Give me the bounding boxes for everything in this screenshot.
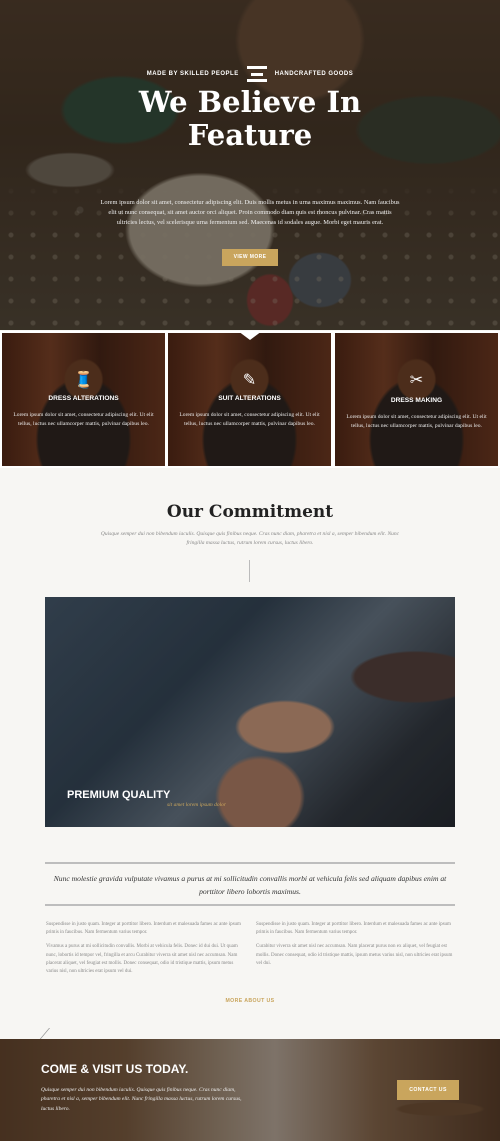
needle-icon: ✎ — [242, 372, 257, 389]
tailor-photo: PREMIUM QUALITY sit amet lorem ipsum dol… — [45, 597, 455, 827]
paragraph: Suspendisse in justo quam. Integer at po… — [46, 922, 241, 936]
commitment-subtitle: Quisque semper dui non bibendum iaculis.… — [100, 531, 400, 546]
feature-label: PREMIUM QUALITY — [67, 789, 171, 801]
quote-top-rule — [45, 862, 455, 864]
service-text: Lorem ipsum dolor sit amet, consectetur … — [179, 412, 320, 427]
tagline-right: HANDCRAFTED GOODS — [274, 71, 354, 77]
spool-logo-icon — [246, 66, 267, 82]
service-card-dress-alterations[interactable]: 🧵 DRESS ALTERATIONS Lorem ipsum dolor si… — [2, 333, 165, 466]
visit-title: COME & VISIT US TODAY. — [41, 1062, 189, 1076]
more-about-us-link[interactable]: MORE ABOUT US — [0, 998, 500, 1004]
quote-bottom-rule — [45, 904, 455, 906]
section-notch — [238, 331, 262, 340]
service-title: DRESS MAKING — [390, 397, 443, 404]
pull-quote: Nunc molestie gravida vulputate vivamus … — [53, 874, 447, 896]
spool-icon: 🧵 — [73, 372, 94, 389]
service-text: Lorem ipsum dolor sit amet, consectetur … — [346, 414, 487, 429]
paragraph: Curabitur viverra sit amet nisl nec accu… — [256, 944, 453, 966]
hero-tagline: MADE BY SKILLED PEOPLE HANDCRAFTED GOODS — [0, 66, 500, 82]
visit-text: Quisque semper dui non bibendum iaculis.… — [41, 1087, 242, 1112]
service-title: SUIT ALTERATIONS — [218, 395, 281, 402]
hero-title: We Believe In Feature — [0, 86, 500, 152]
contact-us-button[interactable]: CONTACT US — [397, 1080, 459, 1100]
text-column-left: Suspendisse in justo quam. Integer at po… — [46, 921, 244, 976]
tagline-left: MADE BY SKILLED PEOPLE — [146, 71, 239, 77]
hero-title-line2: Feature — [187, 118, 313, 152]
feature-sublabel: sit amet lorem ipsum dolor — [167, 802, 227, 808]
vertical-divider — [249, 560, 250, 582]
paragraph: Suspendisse in justo quam. Integer at po… — [256, 922, 451, 936]
service-card-suit-alterations[interactable]: ✎ SUIT ALTERATIONS Lorem ipsum dolor sit… — [168, 333, 331, 466]
service-text: Lorem ipsum dolor sit amet, consectetur … — [13, 412, 154, 427]
scissors-icon: ✂ — [409, 372, 424, 389]
services-section: 🧵 DRESS ALTERATIONS Lorem ipsum dolor si… — [0, 331, 500, 468]
hero-section: MADE BY SKILLED PEOPLE HANDCRAFTED GOODS… — [0, 0, 500, 330]
view-more-button[interactable]: VIEW MORE — [222, 249, 278, 266]
hero-title-line1: We Believe In — [138, 85, 362, 119]
service-title: DRESS ALTERATIONS — [48, 395, 119, 402]
commitment-title: Our Commitment — [166, 502, 334, 522]
visit-section: COME & VISIT US TODAY. Quisque semper du… — [0, 1039, 500, 1141]
hero-description: Lorem ipsum dolor sit amet, consectetur … — [100, 199, 400, 226]
text-column-right: Suspendisse in justo quam. Integer at po… — [256, 921, 454, 968]
service-card-dress-making[interactable]: ✂ DRESS MAKING Lorem ipsum dolor sit ame… — [335, 333, 498, 466]
paragraph: Vivamus a purus at mi sollicitudin conva… — [46, 944, 238, 975]
